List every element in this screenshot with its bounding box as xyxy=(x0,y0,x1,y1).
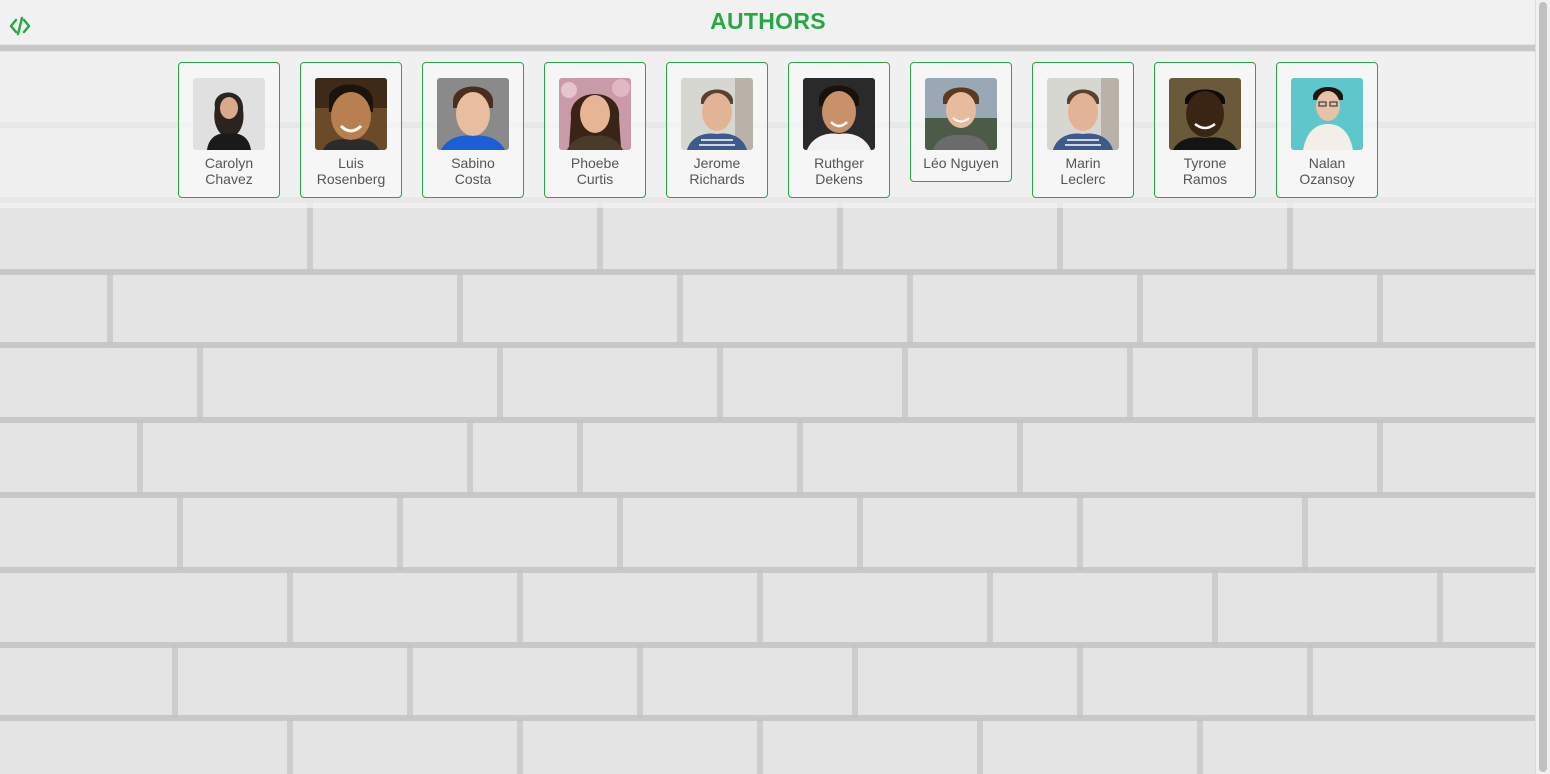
author-name: Phoebe Curtis xyxy=(570,155,620,187)
page-title: AUTHORS xyxy=(710,8,826,34)
author-card-phoebe-curtis[interactable]: Phoebe Curtis xyxy=(544,62,646,198)
author-card-marin-leclerc[interactable]: Marin Leclerc xyxy=(1032,62,1134,198)
author-card-leo-nguyen[interactable]: Léo Nguyen xyxy=(910,62,1012,182)
author-photo xyxy=(1047,78,1119,150)
author-card-carolyn-chavez[interactable]: Carolyn Chavez xyxy=(178,62,280,198)
author-name: Carolyn Chavez xyxy=(204,155,254,187)
author-photo xyxy=(681,78,753,150)
author-photo xyxy=(437,78,509,150)
author-card-ruthger-dekens[interactable]: Ruthger Dekens xyxy=(788,62,890,198)
author-name: Sabino Costa xyxy=(451,155,495,187)
authors-list: Carolyn Chavez Luis Rosenberg Sabino Costa xyxy=(178,62,1378,198)
author-photo xyxy=(803,78,875,150)
author-card-luis-rosenberg[interactable]: Luis Rosenberg xyxy=(300,62,402,198)
author-photo xyxy=(1169,78,1241,150)
author-name: Marin Leclerc xyxy=(1060,155,1106,187)
author-name: Léo Nguyen xyxy=(923,155,999,171)
author-photo xyxy=(559,78,631,150)
author-name: Tyrone Ramos xyxy=(1182,155,1228,187)
author-card-nalan-ozansoy[interactable]: Nalan Ozansoy xyxy=(1276,62,1378,198)
author-card-jerome-richards[interactable]: Jerome Richards xyxy=(666,62,768,198)
author-photo xyxy=(193,78,265,150)
author-card-tyrone-ramos[interactable]: Tyrone Ramos xyxy=(1154,62,1256,198)
author-name: Jerome Richards xyxy=(689,155,745,187)
author-name: Ruthger Dekens xyxy=(814,155,864,187)
author-name: Nalan Ozansoy xyxy=(1299,155,1355,187)
author-photo xyxy=(925,78,997,150)
page-header: AUTHORS xyxy=(0,0,1536,44)
vertical-scrollbar[interactable] xyxy=(1535,0,1550,774)
author-photo xyxy=(1291,78,1363,150)
author-photo xyxy=(315,78,387,150)
author-name: Luis Rosenberg xyxy=(316,155,386,187)
author-card-sabino-costa[interactable]: Sabino Costa xyxy=(422,62,524,198)
scrollbar-thumb[interactable] xyxy=(1539,2,1547,772)
